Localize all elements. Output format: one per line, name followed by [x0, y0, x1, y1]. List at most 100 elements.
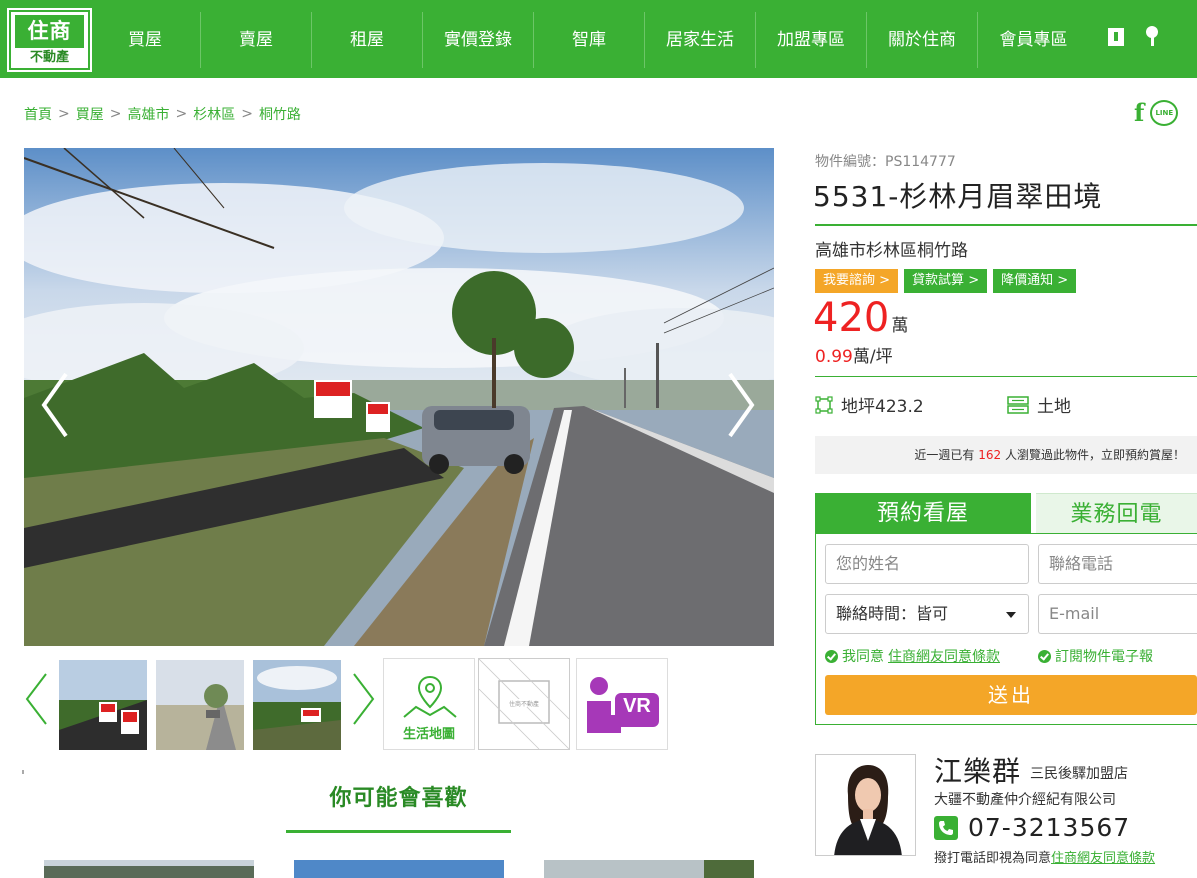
- email-input[interactable]: E-mail: [1038, 594, 1197, 634]
- breadcrumb-buy[interactable]: 買屋: [76, 104, 104, 124]
- menu-item-member[interactable]: 會員專區: [978, 12, 1089, 68]
- consult-label: 我要諮詢: [823, 273, 876, 288]
- tab-agent-callback[interactable]: 業務回電: [1036, 493, 1197, 533]
- thumbnail-photo-2[interactable]: [156, 660, 244, 750]
- breadcrumb-city[interactable]: 高雄市: [127, 104, 169, 124]
- listing-id: 物件編號：PS114777: [815, 154, 956, 170]
- recommend-title: 你可能會喜歡: [329, 786, 468, 811]
- price-unit: 萬: [891, 316, 909, 336]
- breadcrumb-home[interactable]: 首頁: [24, 104, 52, 124]
- notice-prefix: 近一週已有: [914, 448, 975, 462]
- price-drop-alert-button[interactable]: 降價通知 >: [993, 269, 1077, 293]
- check-circle-icon: [825, 649, 838, 663]
- land-area-text: 地坪423.2: [841, 397, 924, 417]
- building-type-icon: [1007, 395, 1029, 414]
- header-icons: [1108, 26, 1158, 46]
- life-map-label: 生活地圖: [402, 727, 455, 742]
- map-base-icon: [403, 705, 457, 718]
- unit-price-value: 0.99: [815, 347, 853, 367]
- agree-terms-checkbox[interactable]: 我同意 住商網友同意條款: [825, 646, 1000, 666]
- title-divider: [815, 224, 1197, 226]
- menu-item-buy[interactable]: 買屋: [90, 12, 201, 68]
- menu-item-rent[interactable]: 租屋: [312, 12, 423, 68]
- social-share: f LINE: [1134, 100, 1179, 126]
- agree-prefix: 我同意: [842, 649, 884, 665]
- main-menu: 買屋 賣屋 租屋 實價登錄 智庫 居家生活 加盟專區 關於住商 會員專區: [90, 12, 1089, 68]
- area-icon: [815, 395, 833, 414]
- main-property-photo[interactable]: [24, 148, 774, 646]
- menu-item-home-life[interactable]: 居家生活: [645, 12, 756, 68]
- line-icon[interactable]: LINE: [1150, 100, 1179, 126]
- phone-input[interactable]: 聯絡電話: [1038, 544, 1197, 584]
- agent-name: 江樂群: [934, 755, 1022, 788]
- thumbnail-photo-3[interactable]: [253, 660, 341, 750]
- tab-book-viewing[interactable]: 預約看屋: [815, 493, 1031, 533]
- next-photo-arrow-icon[interactable]: [726, 370, 756, 440]
- phone-icon: [934, 816, 958, 840]
- action-tags: 我要諮詢 > 貸款試算 > 降價通知 >: [815, 269, 1077, 293]
- notice-suffix: 人瀏覽過此物件，立即預約賞屋！: [1004, 448, 1185, 462]
- facebook-icon[interactable]: f: [1134, 100, 1144, 126]
- price-value: 420: [813, 295, 890, 341]
- divider: [22, 770, 24, 774]
- document-icon[interactable]: [1108, 28, 1124, 46]
- call-note-prefix: 撥打電話即視為同意: [934, 851, 1052, 866]
- menu-item-franchise[interactable]: 加盟專區: [756, 12, 867, 68]
- subscribe-label: 訂閱物件電子報: [1055, 649, 1153, 665]
- recommended-listing-1[interactable]: [44, 860, 254, 878]
- site-logo[interactable]: 住商 不動產: [7, 8, 92, 72]
- subscribe-checkbox[interactable]: 訂閱物件電子報: [1038, 646, 1153, 666]
- agent-phone[interactable]: 07-3213567: [968, 813, 1130, 842]
- thumbs-previous-arrow-icon[interactable]: [24, 672, 50, 726]
- menu-item-sell[interactable]: 賣屋: [201, 12, 312, 68]
- check-circle-icon: [1038, 649, 1051, 663]
- land-area-spec: 地坪423.2: [815, 392, 924, 417]
- agent-store: 三民後驛加盟店: [1030, 766, 1128, 782]
- location-pin-icon[interactable]: [1146, 26, 1158, 46]
- svg-text:住商不動產: 住商不動產: [509, 700, 539, 708]
- vr-tour-button[interactable]: VR: [576, 658, 668, 750]
- consult-button[interactable]: 我要諮詢 >: [815, 269, 899, 293]
- price-divider: [815, 376, 1197, 377]
- thumbnail-photo-1[interactable]: [59, 660, 147, 750]
- contact-time-select[interactable]: 聯絡時間：皆可: [825, 594, 1029, 634]
- listing-title: 5531-杉林月眉翠田境: [813, 180, 1103, 213]
- logo-text-top: 住商: [15, 15, 84, 48]
- life-map-button[interactable]: 生活地圖: [383, 658, 475, 750]
- menu-item-knowledge[interactable]: 智庫: [534, 12, 645, 68]
- chevron-right-icon: >: [241, 106, 253, 122]
- notice-count: 162: [978, 448, 1002, 462]
- unit-price: 0.99萬/坪: [815, 342, 893, 367]
- breadcrumb: 首頁 > 買屋 > 高雄市 > 杉林區 > 桐竹路: [24, 104, 301, 124]
- property-type-spec: 土地: [1007, 392, 1071, 417]
- loan-calculator-button[interactable]: 貸款試算 >: [904, 269, 988, 293]
- price-drop-label: 降價通知: [1001, 273, 1054, 288]
- agent-call-note: 撥打電話即視為同意住商網友同意條款: [934, 847, 1155, 866]
- previous-photo-arrow-icon[interactable]: [40, 370, 70, 440]
- menu-item-price-registry[interactable]: 實價登錄: [423, 12, 534, 68]
- agent-company: 大疆不動產仲介經紀有限公司: [934, 792, 1116, 808]
- menu-item-about[interactable]: 關於住商: [867, 12, 978, 68]
- floor-plan-placeholder-icon: 住商不動產: [478, 658, 570, 750]
- terms-link[interactable]: 住商網友同意條款: [888, 646, 1000, 666]
- recommended-listing-3[interactable]: [544, 860, 754, 878]
- recommend-title-underline: [286, 830, 511, 833]
- submit-button[interactable]: 送出: [825, 675, 1197, 715]
- top-navigation-bar: 住商 不動產 買屋 賣屋 租屋 實價登錄 智庫 居家生活 加盟專區 關於住商 會…: [0, 0, 1197, 78]
- thumbs-next-arrow-icon[interactable]: [350, 672, 376, 726]
- recommended-listing-2[interactable]: [294, 860, 504, 878]
- chevron-right-icon: >: [175, 106, 188, 122]
- call-terms-link[interactable]: 住商網友同意條款: [1051, 851, 1155, 866]
- listing-address: 高雄市杉林區桐竹路: [815, 241, 968, 261]
- breadcrumb-district[interactable]: 杉林區: [193, 104, 235, 124]
- loan-label: 貸款試算: [912, 273, 965, 288]
- logo-text-bottom: 不動產: [29, 50, 69, 65]
- chevron-right-icon: >: [58, 106, 70, 122]
- property-type-text: 土地: [1037, 397, 1071, 417]
- name-input[interactable]: 您的姓名: [825, 544, 1029, 584]
- unit-price-unit: 萬/坪: [852, 347, 893, 367]
- contact-time-value: 聯絡時間：皆可: [836, 604, 949, 623]
- breadcrumb-road[interactable]: 桐竹路: [259, 104, 301, 124]
- floor-plan-thumbnail[interactable]: 住商不動產: [478, 658, 570, 750]
- caret-down-icon: [1006, 612, 1016, 618]
